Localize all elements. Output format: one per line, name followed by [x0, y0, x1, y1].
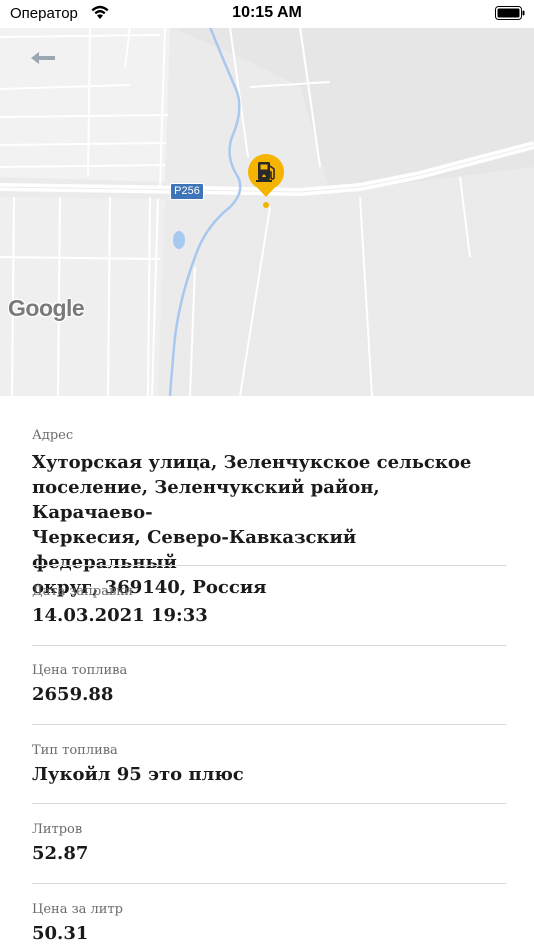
address-line: Хуторская улица, Зеленчукское сельское	[32, 452, 472, 473]
divider	[32, 724, 506, 725]
liters-label: Литров	[32, 822, 83, 837]
fuel-type-section: Тип топлива Лукойл 95 это плюс	[32, 743, 506, 787]
road-number-badge: P256	[170, 183, 204, 200]
back-arrow-icon[interactable]	[28, 47, 58, 69]
fuel-price-value: 2659.88	[32, 684, 114, 705]
address-line: поселение, Зеленчукский район, Карачаево…	[32, 477, 380, 523]
address-value: Хуторская улица, Зеленчукское сельское п…	[32, 450, 506, 600]
address-label: Адрес	[32, 428, 74, 443]
price-per-liter-value: 50.31	[32, 923, 89, 944]
divider	[32, 883, 506, 884]
refuel-date-value: 14.03.2021 19:33	[32, 605, 208, 626]
liters-section: Литров 52.87	[32, 822, 506, 866]
status-bar: Оператор 10:15 AM	[0, 0, 534, 28]
liters-value: 52.87	[32, 843, 89, 864]
refuel-date-section: Дата заправки 14.03.2021 19:33	[32, 584, 506, 628]
price-per-liter-section: Цена за литр 50.31	[32, 902, 506, 946]
fuel-type-value: Лукойл 95 это плюс	[32, 764, 244, 785]
divider	[32, 803, 506, 804]
refuel-details: Адрес Хуторская улица, Зеленчукское сель…	[0, 396, 534, 598]
fuel-price-label: Цена топлива	[32, 663, 128, 678]
address-line: Черкесия, Северо-Кавказский федеральный	[32, 527, 357, 573]
clock: 10:15 AM	[232, 4, 302, 21]
refuel-date-label: Дата заправки	[32, 584, 134, 599]
map-tiles	[0, 27, 534, 396]
address-section: Адрес Хуторская улица, Зеленчукское сель…	[32, 428, 506, 600]
divider	[32, 565, 506, 566]
divider	[32, 645, 506, 646]
fuel-price-section: Цена топлива 2659.88	[32, 663, 506, 707]
map-view[interactable]: P256 Google	[0, 27, 534, 396]
battery-icon	[495, 6, 525, 20]
google-logo: Google	[8, 295, 85, 321]
fuel-station-marker-icon[interactable]	[245, 153, 287, 209]
fuel-type-label: Тип топлива	[32, 743, 118, 758]
price-per-liter-label: Цена за литр	[32, 902, 123, 917]
